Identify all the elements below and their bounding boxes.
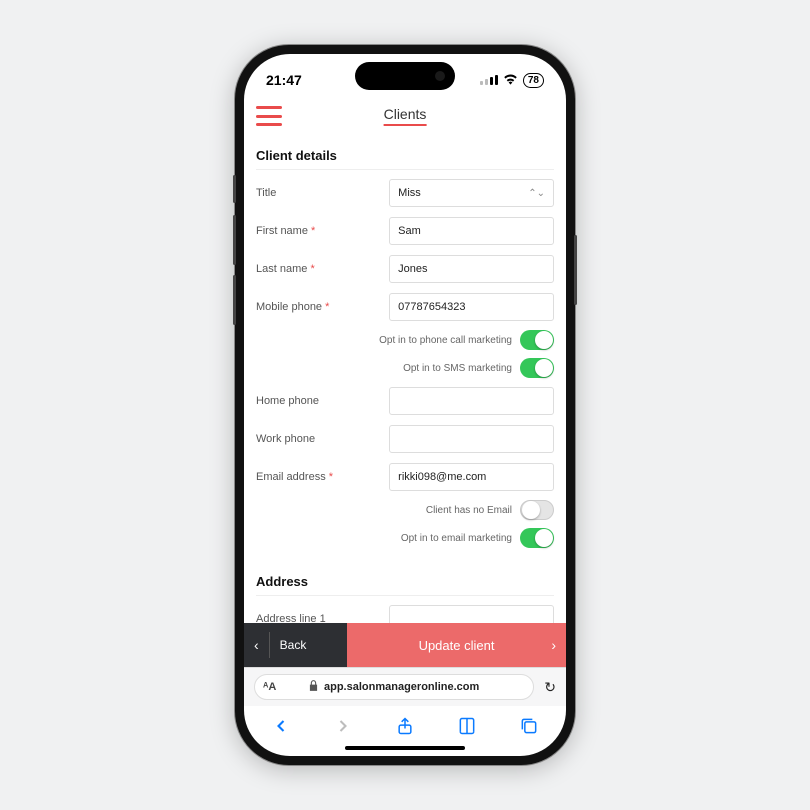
tabs-icon[interactable] (515, 712, 543, 740)
status-time: 21:47 (266, 72, 302, 88)
browser-forward-button[interactable] (329, 712, 357, 740)
bookmarks-icon[interactable] (453, 712, 481, 740)
dynamic-island (355, 62, 455, 90)
first-name-input[interactable] (389, 217, 554, 245)
label-sms-marketing: Opt in to SMS marketing (403, 363, 512, 374)
section-client-details: Client details (256, 138, 554, 170)
browser-address-bar: ᴬA app.salonmanageronline.com ↻ (244, 667, 566, 706)
browser-back-button[interactable] (267, 712, 295, 740)
label-no-email: Client has no Email (426, 505, 512, 516)
wifi-icon (503, 72, 518, 88)
label-address1: Address line 1 (256, 613, 381, 623)
label-mobile-phone: Mobile phone * (256, 301, 381, 313)
refresh-icon[interactable]: ↻ (544, 679, 556, 696)
action-bar: ‹ Back Update client › (244, 623, 566, 667)
label-work-phone: Work phone (256, 433, 381, 445)
menu-icon[interactable] (256, 106, 282, 126)
label-first-name: First name * (256, 225, 381, 237)
home-indicator[interactable] (345, 746, 465, 750)
lock-icon (309, 680, 318, 694)
url-text: app.salonmanageronline.com (324, 681, 479, 693)
toggle-no-email[interactable] (520, 500, 554, 520)
page-title: Clients (384, 106, 427, 126)
label-email: Email address * (256, 471, 381, 483)
update-client-label: Update client (419, 638, 495, 653)
back-button-label: Back (280, 638, 307, 652)
browser-toolbar (244, 706, 566, 742)
battery-indicator: 78 (523, 73, 544, 88)
toggle-email-marketing[interactable] (520, 528, 554, 548)
title-select-value: Miss (398, 187, 421, 199)
update-client-button[interactable]: Update client › (347, 623, 566, 667)
last-name-input[interactable] (389, 255, 554, 283)
text-size-icon[interactable]: ᴬA (263, 681, 276, 693)
chevron-left-icon: ‹ (254, 637, 259, 653)
url-field[interactable]: ᴬA app.salonmanageronline.com (254, 674, 534, 700)
toggle-sms-marketing[interactable] (520, 358, 554, 378)
chevron-right-icon: › (551, 637, 556, 653)
label-email-marketing: Opt in to email marketing (401, 533, 512, 544)
app-header: Clients (244, 98, 566, 132)
label-last-name: Last name * (256, 263, 381, 275)
mobile-phone-input[interactable] (389, 293, 554, 321)
label-title: Title (256, 187, 381, 199)
label-phone-call-marketing: Opt in to phone call marketing (379, 335, 512, 346)
form-scroll-area[interactable]: Client details Title Miss ⌃⌄ First name … (244, 132, 566, 623)
phone-frame: 21:47 78 Clients Client details (235, 45, 575, 765)
home-phone-input[interactable] (389, 387, 554, 415)
address1-input[interactable] (389, 605, 554, 623)
section-address: Address (256, 564, 554, 596)
title-select[interactable]: Miss ⌃⌄ (389, 179, 554, 207)
share-icon[interactable] (391, 712, 419, 740)
back-button[interactable]: ‹ Back (244, 623, 347, 667)
label-home-phone: Home phone (256, 395, 381, 407)
chevron-updown-icon: ⌃⌄ (528, 188, 545, 199)
email-input[interactable] (389, 463, 554, 491)
work-phone-input[interactable] (389, 425, 554, 453)
toggle-phone-call-marketing[interactable] (520, 330, 554, 350)
cellular-icon (480, 75, 498, 85)
